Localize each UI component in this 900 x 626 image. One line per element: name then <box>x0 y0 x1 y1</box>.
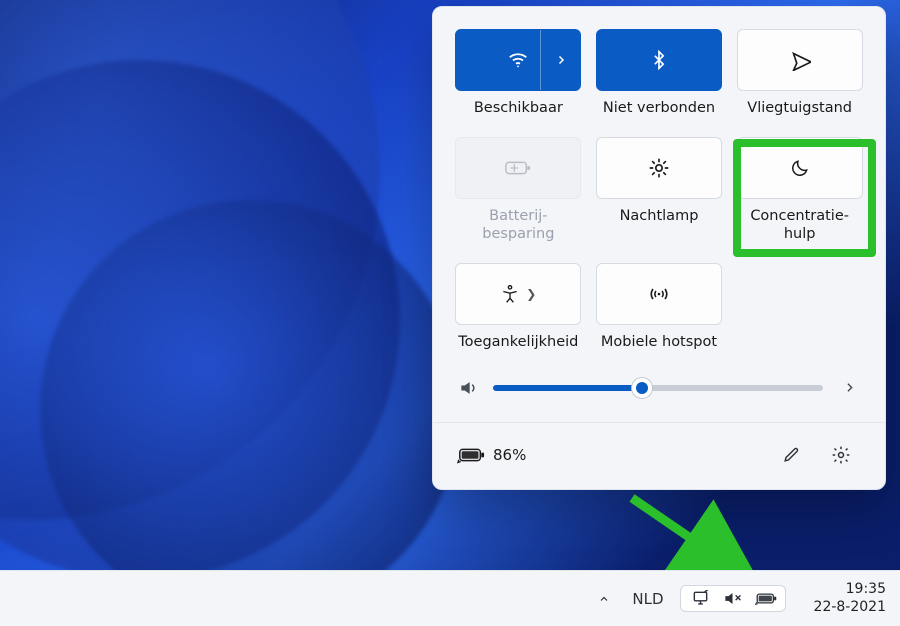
bluetooth-tile[interactable] <box>596 29 722 91</box>
hotspot-icon <box>647 284 671 304</box>
focus-assist-tile[interactable] <box>737 137 863 199</box>
system-tray[interactable] <box>680 585 786 612</box>
battery-saver-label: Batterij- besparing <box>482 207 554 243</box>
airplane-icon <box>789 49 811 71</box>
language-indicator[interactable]: NLD <box>632 590 663 608</box>
accessibility-tile[interactable]: ❯ <box>455 263 581 325</box>
night-light-tile[interactable] <box>596 137 722 199</box>
divider <box>433 422 885 423</box>
airplane-mode-tile[interactable] <box>737 29 863 91</box>
mobile-hotspot-label: Mobiele hotspot <box>601 333 717 351</box>
wifi-label: Beschikbaar <box>474 99 563 117</box>
focus-assist-label: Concentratie- hulp <box>750 207 849 243</box>
night-light-label: Nachtlamp <box>620 207 699 225</box>
volume-thumb[interactable] <box>632 378 652 398</box>
sun-icon <box>648 157 670 179</box>
chevron-right-icon: ❯ <box>526 287 536 301</box>
volume-muted-tray-icon[interactable] <box>723 590 743 607</box>
wifi-expand-button[interactable] <box>540 30 580 90</box>
battery-percent: 86% <box>493 446 526 464</box>
volume-slider[interactable] <box>493 385 823 391</box>
battery-status[interactable]: 86% <box>457 446 526 464</box>
battery-saver-tile <box>455 137 581 199</box>
taskbar-time: 19:35 <box>814 581 886 599</box>
network-tray-icon[interactable] <box>691 590 711 607</box>
bluetooth-label: Niet verbonden <box>603 99 715 117</box>
battery-tray-icon[interactable] <box>755 591 775 606</box>
taskbar-clock[interactable]: 19:35 22-8-2021 <box>814 581 886 616</box>
accessibility-icon <box>500 284 520 304</box>
tray-overflow-button[interactable] <box>592 587 616 611</box>
bluetooth-icon <box>649 50 669 70</box>
wifi-icon <box>507 49 529 71</box>
speaker-icon[interactable] <box>457 377 479 399</box>
mobile-hotspot-tile[interactable] <box>596 263 722 325</box>
taskbar: NLD 19:35 22-8-2021 <box>0 570 900 626</box>
moon-icon <box>790 158 810 178</box>
taskbar-date: 22-8-2021 <box>814 599 886 617</box>
battery-charging-icon <box>457 446 485 464</box>
battery-saver-icon <box>505 159 531 177</box>
edit-quick-settings-button[interactable] <box>771 437 811 473</box>
quick-settings-panel: Beschikbaar Niet verbonden Vliegtuigstan… <box>432 6 886 490</box>
airplane-mode-label: Vliegtuigstand <box>747 99 852 117</box>
accessibility-label: Toegankelijkheid <box>458 333 578 351</box>
settings-button[interactable] <box>821 437 861 473</box>
volume-output-select[interactable] <box>837 376 861 400</box>
volume-row <box>455 372 863 400</box>
wifi-tile[interactable] <box>455 29 581 91</box>
